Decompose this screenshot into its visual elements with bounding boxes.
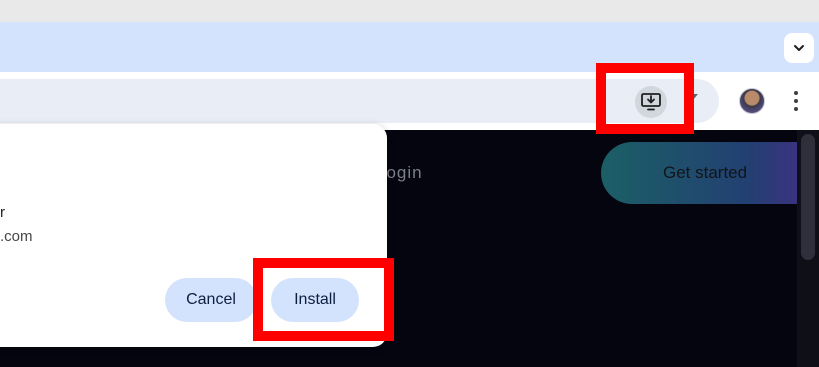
get-started-button[interactable]: Get started xyxy=(601,142,819,204)
chevron-down-icon xyxy=(794,45,804,51)
more-vert-icon[interactable] xyxy=(786,89,806,113)
highlight-box-install-button xyxy=(253,258,394,341)
window-top-strip xyxy=(0,0,819,22)
tab-search-button[interactable] xyxy=(784,33,814,63)
dialog-app-name: r xyxy=(0,204,5,221)
browser-toolbar xyxy=(0,72,819,130)
get-started-label: Get started xyxy=(663,163,748,182)
tab-strip xyxy=(0,22,819,72)
dialog-app-domain: .com xyxy=(0,228,33,245)
scrollbar-thumb[interactable] xyxy=(801,134,815,260)
profile-avatar[interactable] xyxy=(739,88,765,114)
cancel-button[interactable]: Cancel xyxy=(165,278,257,322)
highlight-box-install-icon xyxy=(596,63,694,134)
